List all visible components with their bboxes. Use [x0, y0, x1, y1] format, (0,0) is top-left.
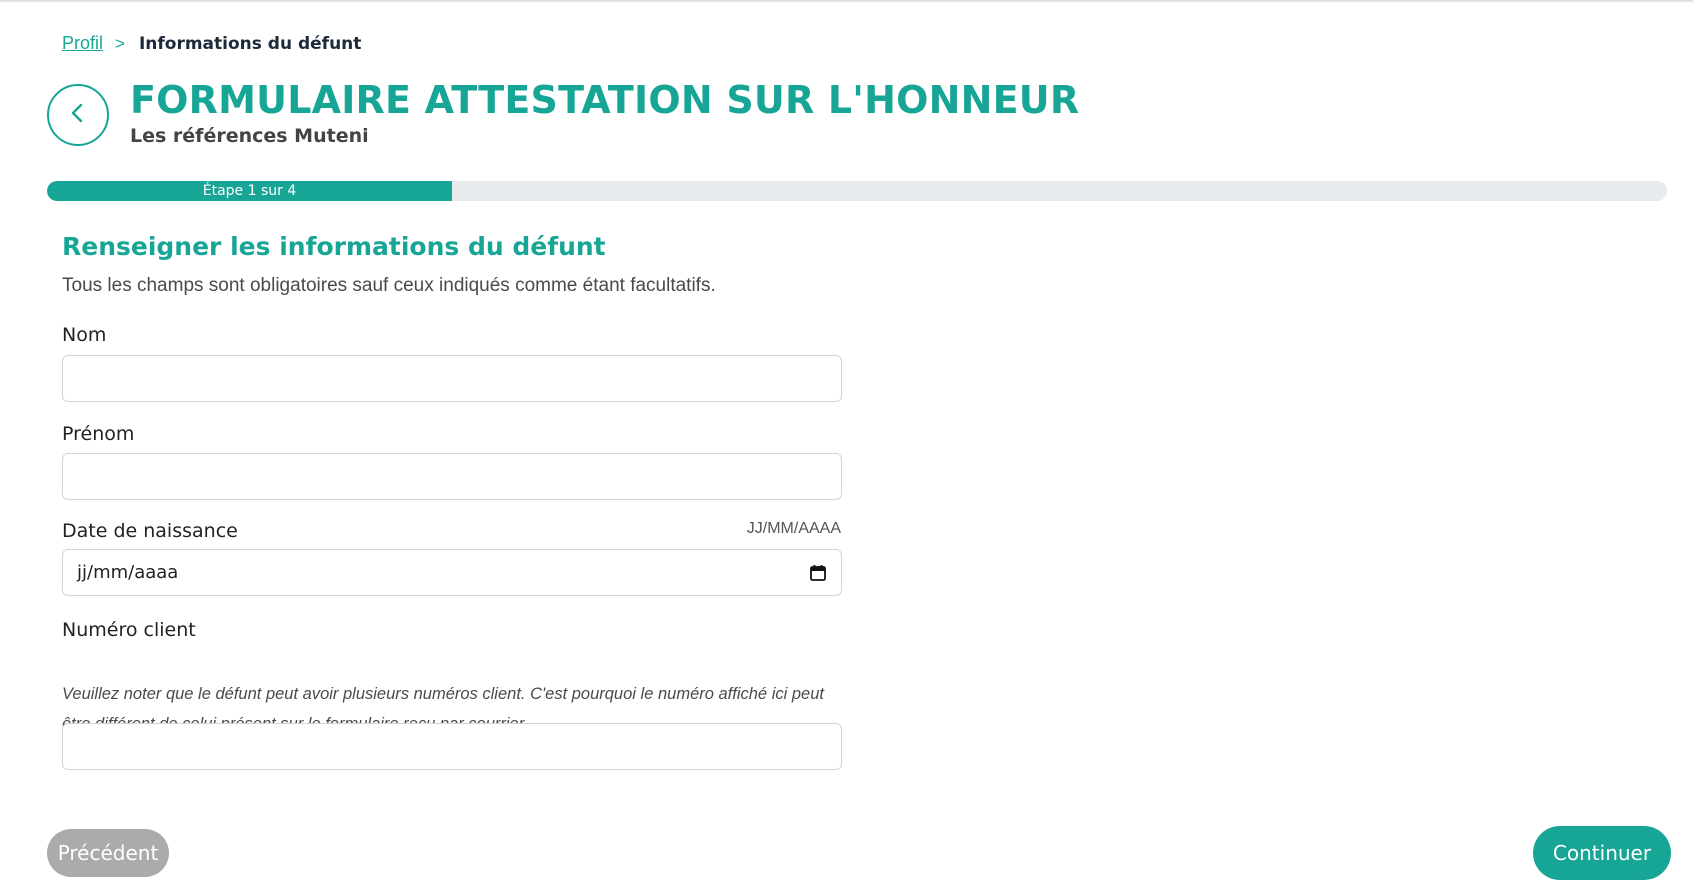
chevron-left-icon [68, 101, 88, 130]
section-description: Tous les champs sont obligatoires sauf c… [62, 275, 716, 296]
date-placeholder: jj/mm/aaaa [77, 562, 179, 583]
progress-bar: Étape 1 sur 4 [47, 181, 1667, 201]
breadcrumb-separator: > [115, 33, 125, 53]
page-subtitle: Les références Muteni [130, 125, 369, 147]
numero-client-input[interactable] [62, 723, 842, 770]
nom-label: Nom [62, 324, 107, 346]
nom-input[interactable] [62, 355, 842, 402]
previous-button[interactable]: Précédent [47, 829, 169, 877]
breadcrumb: Profil > Informations du défunt [62, 33, 361, 54]
page-title: FORMULAIRE ATTESTATION SUR L'HONNEUR [130, 78, 1080, 122]
calendar-icon[interactable] [809, 564, 827, 582]
progress-label: Étape 1 sur 4 [202, 183, 297, 199]
prenom-label: Prénom [62, 423, 135, 445]
breadcrumb-current: Informations du défunt [138, 33, 362, 54]
date-naissance-input[interactable]: jj/mm/aaaa [62, 549, 842, 596]
top-shadow-line [0, 0, 1693, 3]
progress-fill: Étape 1 sur 4 [47, 181, 452, 201]
numero-client-label: Numéro client [62, 619, 196, 641]
prenom-input[interactable] [62, 453, 842, 500]
date-naissance-label: Date de naissance [62, 520, 238, 542]
date-format-hint: JJ/MM/AAAA [746, 520, 841, 537]
continue-button[interactable]: Continuer [1533, 826, 1671, 880]
breadcrumb-link-profil[interactable]: Profil [62, 33, 103, 54]
back-button[interactable] [47, 84, 109, 146]
section-title: Renseigner les informations du défunt [62, 232, 606, 261]
